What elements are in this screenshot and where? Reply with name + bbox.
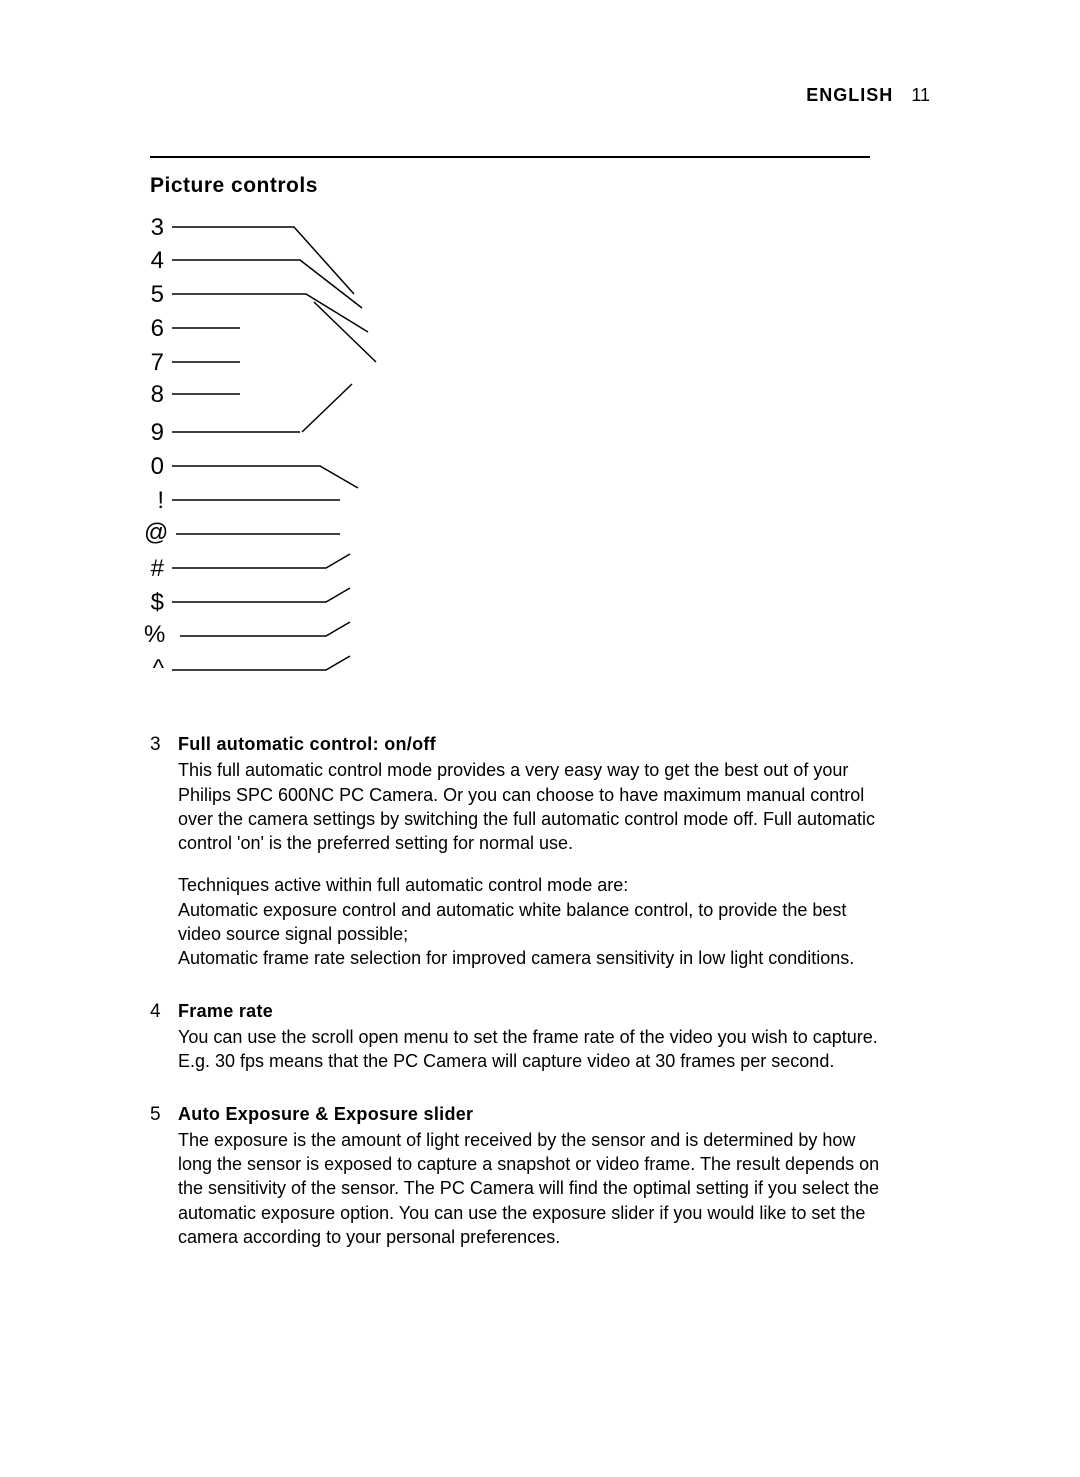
diagram-label: 3 bbox=[144, 214, 164, 242]
diagram-label: 7 bbox=[144, 349, 164, 377]
entry-paragraph: Automatic frame rate selection for impro… bbox=[178, 946, 880, 970]
header-rule bbox=[150, 156, 870, 158]
diagram-label: 9 bbox=[144, 419, 164, 447]
entry-paragraph: The exposure is the amount of light rece… bbox=[178, 1128, 880, 1249]
entry-body: Auto Exposure & Exposure slider The expo… bbox=[178, 1102, 880, 1250]
entry-paragraph: This full automatic control mode provide… bbox=[178, 758, 880, 855]
entry-title: Full automatic control: on/off bbox=[178, 734, 436, 754]
entry-number: 4 bbox=[150, 999, 178, 1074]
entry-body: Full automatic control: on/off This full… bbox=[178, 732, 880, 971]
picture-controls-diagram: 3 4 5 6 7 8 9 0 ! @ # $ % ^ bbox=[144, 212, 404, 672]
diagram-label: 8 bbox=[144, 381, 164, 409]
page-header: ENGLISH 11 bbox=[150, 85, 1010, 106]
diagram-label: 4 bbox=[144, 247, 164, 275]
diagram-label: % bbox=[144, 621, 164, 649]
entry-paragraph: Automatic exposure control and automatic… bbox=[178, 898, 880, 947]
diagram-label: 6 bbox=[144, 315, 164, 343]
diagram-label: # bbox=[144, 555, 164, 583]
entry-paragraph: Techniques active within full automatic … bbox=[178, 873, 880, 897]
entry: 5 Auto Exposure & Exposure slider The ex… bbox=[150, 1102, 880, 1250]
entry-number: 3 bbox=[150, 732, 178, 971]
diagram-label: 0 bbox=[144, 453, 164, 481]
entries-list: 3 Full automatic control: on/off This fu… bbox=[150, 732, 880, 1249]
entry-number: 5 bbox=[150, 1102, 178, 1250]
entry: 4 Frame rate You can use the scroll open… bbox=[150, 999, 880, 1074]
diagram-label: 5 bbox=[144, 281, 164, 309]
diagram-label: $ bbox=[144, 589, 164, 617]
header-language: ENGLISH bbox=[806, 85, 893, 105]
entry-paragraph: You can use the scroll open menu to set … bbox=[178, 1025, 880, 1074]
entry-title: Auto Exposure & Exposure slider bbox=[178, 1104, 473, 1124]
entry: 3 Full automatic control: on/off This fu… bbox=[150, 732, 880, 971]
diagram-label: ! bbox=[144, 487, 164, 515]
header-page-number: 11 bbox=[911, 85, 930, 105]
entry-body: Frame rate You can use the scroll open m… bbox=[178, 999, 880, 1074]
section-title: Picture controls bbox=[150, 174, 1010, 198]
diagram-lines bbox=[144, 212, 404, 672]
document-page: ENGLISH 11 Picture controls bbox=[0, 0, 1080, 1477]
diagram-label: ^ bbox=[144, 655, 164, 683]
entry-title: Frame rate bbox=[178, 1001, 273, 1021]
diagram-label: @ bbox=[144, 519, 164, 547]
